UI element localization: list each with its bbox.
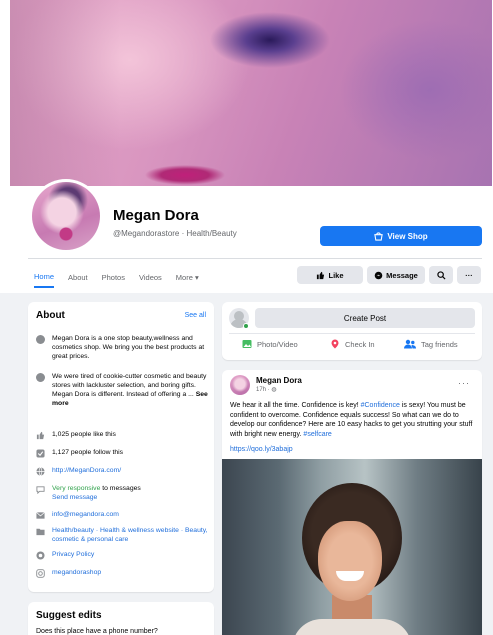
- search-button[interactable]: [429, 266, 453, 284]
- hashtag-selfcare[interactable]: #selfcare: [303, 431, 331, 438]
- online-indicator: [243, 323, 249, 329]
- message-label: Message: [386, 270, 418, 280]
- about-story: We were tired of cookie-cutter cosmetic …: [36, 372, 208, 408]
- instagram-icon: [36, 569, 45, 578]
- more-label: ···: [465, 270, 473, 280]
- shield-icon: [36, 551, 45, 560]
- message-button[interactable]: Message: [367, 266, 425, 284]
- suggest-question: Does this place have a phone number?: [36, 628, 158, 635]
- view-shop-label: View Shop: [387, 231, 428, 241]
- like-label: Like: [328, 270, 344, 280]
- category-link[interactable]: Health/beauty · Health & wellness websit…: [52, 526, 208, 544]
- privacy-link[interactable]: Privacy Policy: [52, 550, 94, 560]
- website-link[interactable]: http://MeganDora.com/: [52, 466, 121, 476]
- page-header: Megan Dora @Megandorastore · Health/Beau…: [0, 0, 493, 293]
- photo-icon: [242, 340, 252, 348]
- tab-videos[interactable]: Videos: [139, 266, 162, 288]
- post-author-avatar[interactable]: [230, 375, 250, 395]
- post-link[interactable]: https://qoo.ly/3abajp: [230, 446, 293, 453]
- info-icon: [36, 373, 45, 382]
- see-all-link[interactable]: See all: [185, 312, 206, 319]
- page-tabs: Home About Photos Videos More ▾: [34, 266, 213, 288]
- website-row: http://MeganDora.com/: [36, 466, 208, 476]
- page-actions: Like Message ···: [297, 266, 481, 284]
- location-pin-icon: [331, 339, 339, 349]
- likes-count: 1,025 people like this: [36, 430, 208, 440]
- photo-video-button[interactable]: Photo/Video: [242, 339, 298, 349]
- globe-icon: [36, 467, 45, 476]
- tab-home[interactable]: Home: [34, 266, 55, 288]
- tab-more[interactable]: More ▾: [176, 266, 199, 288]
- responsiveness-row: Very responsive to messages Send message: [36, 484, 208, 502]
- send-message-link[interactable]: Send message: [52, 493, 141, 502]
- privacy-row: Privacy Policy: [36, 550, 208, 560]
- more-options-button[interactable]: ···: [457, 266, 481, 284]
- search-icon: [436, 270, 446, 280]
- page-title: Megan Dora: [113, 207, 199, 224]
- like-button[interactable]: Like: [297, 266, 363, 284]
- about-description: Megan Dora is a one stop beauty,wellness…: [36, 334, 208, 361]
- post-options-button[interactable]: ···: [458, 378, 470, 388]
- header-divider: [28, 258, 482, 259]
- check-in-button[interactable]: Check In: [330, 339, 375, 349]
- thumbs-up-icon: [36, 431, 45, 440]
- tag-friends-button[interactable]: Tag friends: [404, 339, 458, 349]
- post-text: We hear it all the time. Confidence is k…: [230, 402, 473, 438]
- post-card: Megan Dora 17h · ◍ ··· We hear it all th…: [222, 370, 482, 635]
- profile-picture[interactable]: [29, 179, 103, 253]
- messenger-icon: [374, 271, 383, 279]
- envelope-icon: [36, 512, 45, 519]
- chat-icon: [36, 486, 45, 494]
- thumbs-up-icon: [317, 271, 325, 279]
- create-post-button[interactable]: Create Post: [255, 308, 475, 328]
- about-title: About: [36, 310, 65, 321]
- email-row: info@megandora.com: [36, 510, 208, 520]
- instagram-row: megandorashop: [36, 568, 208, 578]
- post-image[interactable]: [222, 459, 482, 635]
- folder-icon: [36, 528, 45, 536]
- tag-friends-icon: [404, 339, 416, 349]
- follow-icon: [36, 449, 45, 458]
- hashtag-confidence[interactable]: #Confidence: [361, 402, 400, 409]
- suggest-title: Suggest edits: [36, 610, 102, 621]
- follows-count: 1,127 people follow this: [36, 448, 208, 458]
- post-timestamp[interactable]: 17h · ◍: [256, 386, 277, 393]
- category-row: Health/beauty · Health & wellness websit…: [36, 526, 208, 544]
- email-link[interactable]: info@megandora.com: [52, 510, 119, 520]
- create-post-card: Create Post Photo/Video Check In Tag fri…: [222, 302, 482, 360]
- post-author-name[interactable]: Megan Dora: [256, 376, 302, 385]
- page-handle: @Megandorastore · Health/Beauty: [113, 229, 237, 238]
- cover-photo[interactable]: [10, 0, 492, 186]
- instagram-link[interactable]: megandorashop: [52, 568, 101, 578]
- tab-about[interactable]: About: [68, 266, 88, 288]
- about-card: About See all Megan Dora is a one stop b…: [28, 302, 214, 592]
- info-icon: [36, 335, 45, 344]
- suggest-edits-card: Suggest edits Does this place have a pho…: [28, 602, 214, 635]
- shop-icon: [374, 231, 384, 241]
- tab-photos[interactable]: Photos: [102, 266, 125, 288]
- view-shop-button[interactable]: View Shop: [320, 226, 482, 246]
